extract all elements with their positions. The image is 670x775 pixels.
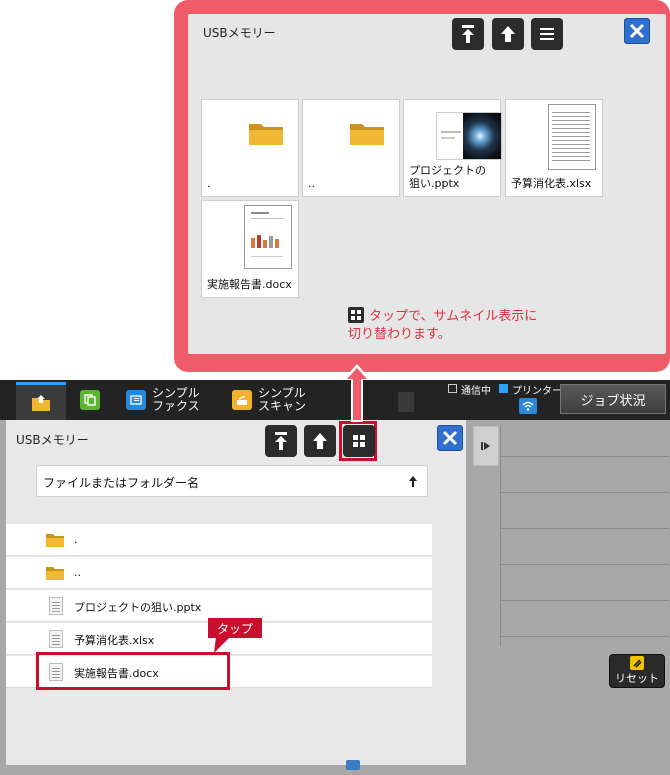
tab-simple-fax-label: シンプル ファクス: [152, 386, 200, 413]
list-icon: [540, 28, 554, 40]
folder-icon: [46, 567, 64, 580]
note-line1: タップで、サムネイル表示に: [369, 309, 538, 324]
reset-button[interactable]: リセット: [609, 654, 665, 688]
callout-back-button[interactable]: [492, 18, 524, 50]
document-icon: [49, 597, 63, 615]
close-icon: [442, 430, 458, 446]
thumb-label: 実施報告書.docx: [207, 278, 292, 291]
pptx-preview-image: [436, 112, 502, 160]
thumb-pptx[interactable]: プロジェクトの 狙い.pptx: [403, 99, 502, 197]
up-folder-icon: [462, 25, 474, 43]
list-item-label: 予算消化表.xlsx: [74, 634, 155, 647]
grid-icon: [353, 435, 365, 447]
thumb-current-folder[interactable]: .: [201, 99, 299, 197]
folder-icon: [249, 124, 283, 145]
folder-icon: [350, 124, 384, 145]
xlsx-preview-image: [548, 104, 596, 170]
list-item-label: ..: [74, 566, 81, 579]
callout-up-folder-button[interactable]: [452, 18, 484, 50]
document-icon: [49, 630, 63, 648]
list-item-label: .: [74, 533, 78, 546]
thumb-xlsx[interactable]: 予算消化表.xlsx: [505, 99, 603, 197]
thumb-label: プロジェクトの 狙い.pptx: [409, 164, 486, 190]
wifi-icon[interactable]: [519, 398, 537, 414]
tap-pointer: [214, 637, 230, 653]
job-status-button[interactable]: ジョブ状況: [560, 384, 666, 414]
tab-simple-scan-label: シンプル スキャン: [258, 386, 307, 413]
scroll-stub: [398, 392, 414, 412]
tap-highlight-box: [36, 652, 230, 690]
callout-arrow: [343, 364, 371, 422]
callout-close-button[interactable]: [624, 18, 650, 44]
up-folder-icon: [275, 432, 287, 450]
dialog-close-button[interactable]: [437, 425, 463, 451]
dialog-title: USBメモリー: [16, 433, 89, 447]
thumb-label: ..: [308, 177, 315, 190]
thumb-parent-folder[interactable]: ..: [302, 99, 400, 197]
tab-usb-documents[interactable]: [16, 382, 66, 420]
printer-status-indicator: [499, 384, 508, 393]
tap-label: タップ: [208, 618, 262, 638]
thumb-label: 予算消化表.xlsx: [511, 177, 592, 190]
fax-icon: [126, 390, 146, 410]
up-arrow-icon: [313, 433, 327, 449]
bottom-handle: [346, 760, 360, 770]
sort-header-label: ファイルまたはフォルダー名: [43, 476, 200, 490]
thumbnail-toggle-icon: [348, 307, 364, 323]
comm-status-indicator: [448, 384, 457, 393]
sort-ascending-icon: [409, 476, 417, 487]
comm-status-label: 通信中: [461, 386, 491, 397]
expand-icon: [481, 442, 490, 450]
panel-expand-button[interactable]: [473, 426, 499, 466]
tab-simple-fax[interactable]: シンプル ファクス: [126, 380, 200, 420]
callout-list-view-button[interactable]: [531, 18, 563, 50]
folder-upload-icon: [32, 394, 50, 411]
thumb-label: .: [207, 177, 211, 190]
printer-status-label: プリンター: [512, 386, 562, 397]
list-item-label: プロジェクトの狙い.pptx: [74, 601, 202, 614]
reset-label: リセット: [615, 672, 659, 685]
copy-icon: [80, 390, 100, 410]
tab-copy[interactable]: [80, 380, 106, 420]
reset-icon: [630, 656, 644, 670]
tab-simple-scan[interactable]: シンプル スキャン: [232, 380, 306, 420]
scan-icon: [232, 390, 252, 410]
back-button[interactable]: [304, 425, 336, 457]
callout-title: USBメモリー: [203, 26, 276, 40]
note-line2: 切り替わります。: [348, 327, 451, 342]
up-arrow-icon: [501, 26, 515, 42]
docx-preview-image: [244, 205, 292, 269]
panel-list: [500, 426, 670, 646]
sort-header-button[interactable]: ファイルまたはフォルダー名: [36, 465, 428, 497]
thumb-docx[interactable]: 実施報告書.docx: [201, 200, 299, 298]
up-folder-button[interactable]: [265, 425, 297, 457]
list-item[interactable]: .: [6, 524, 432, 556]
folder-icon: [46, 534, 64, 547]
close-icon: [629, 23, 645, 39]
list-item[interactable]: ..: [6, 557, 432, 589]
